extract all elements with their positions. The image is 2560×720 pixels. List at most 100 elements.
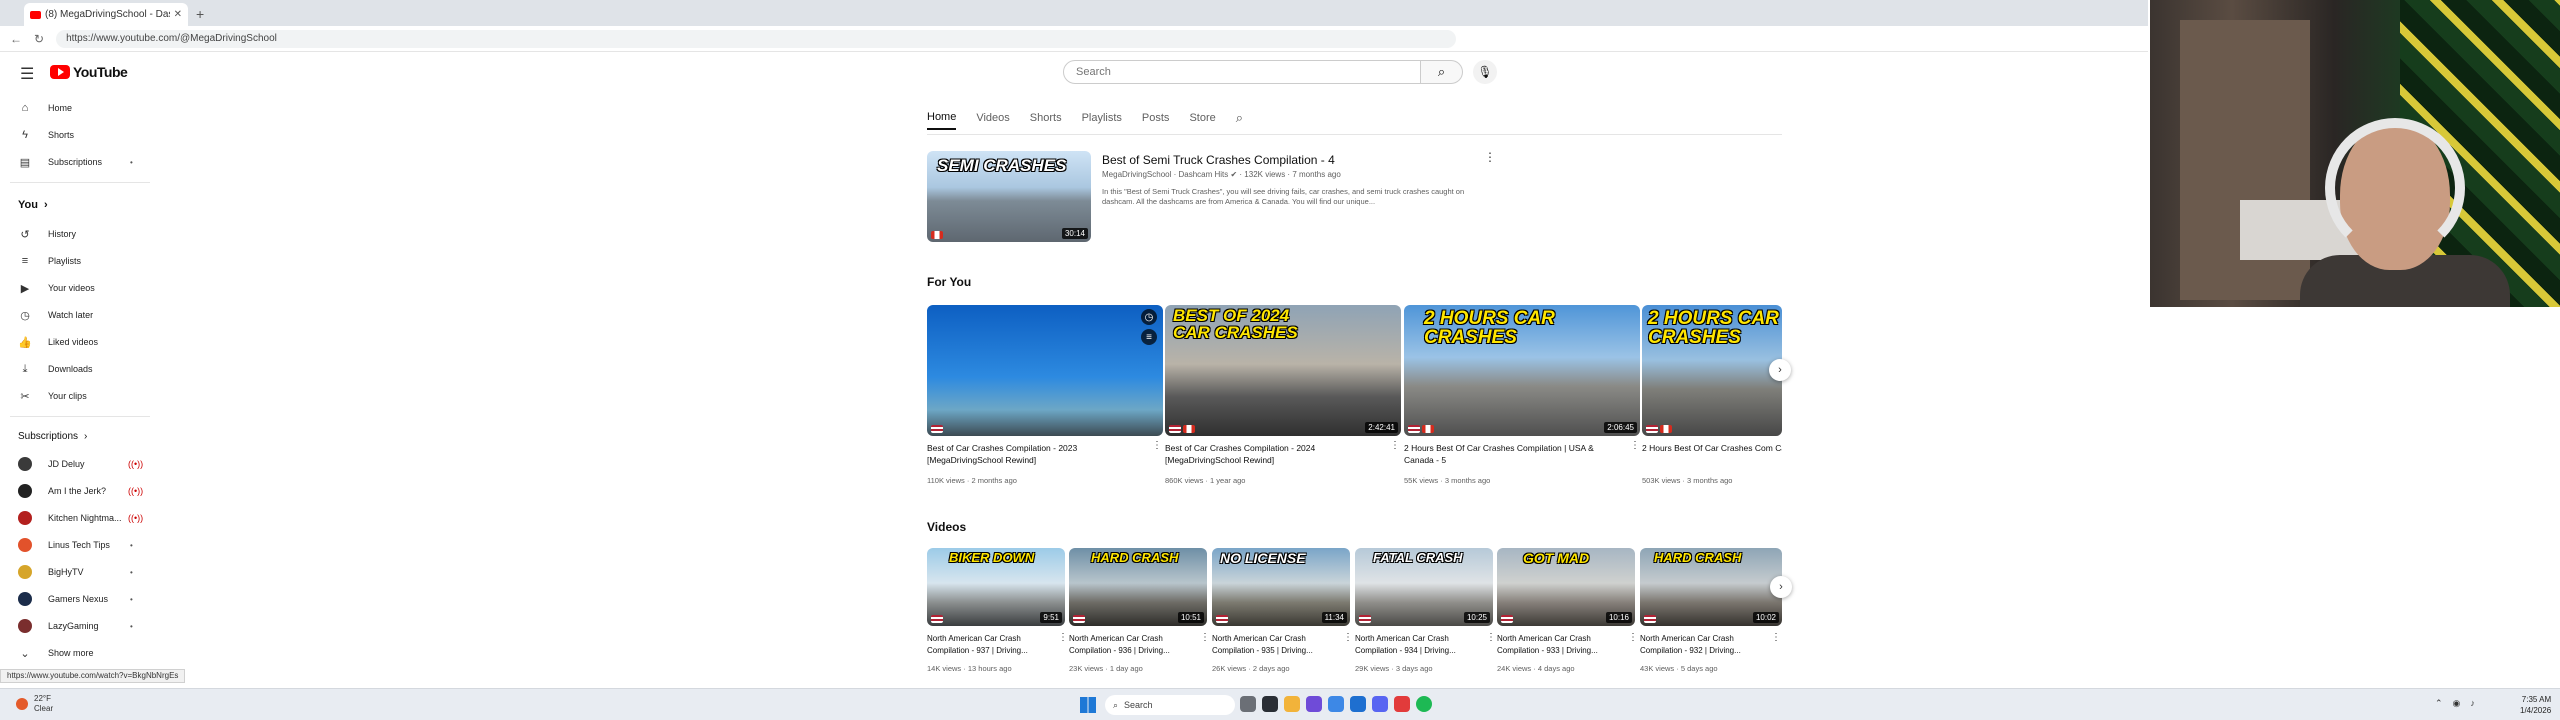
tab-playlists[interactable]: Playlists <box>1082 112 1122 129</box>
back-icon[interactable]: ← <box>10 32 22 46</box>
app-icon[interactable] <box>1262 696 1278 712</box>
more-options-icon[interactable]: ⋮ <box>1771 632 1781 643</box>
reload-icon[interactable]: ↻ <box>34 32 44 46</box>
chevron-right-icon: › <box>43 199 48 211</box>
store-icon[interactable] <box>1350 696 1366 712</box>
task-view-icon[interactable] <box>1240 696 1256 712</box>
close-tab-icon[interactable]: ✕ <box>174 9 182 20</box>
sidebar-item-playlists[interactable]: ≡ Playlists <box>0 249 160 273</box>
video-title[interactable]: North American Car Crash Compilation - 9… <box>1355 633 1485 657</box>
subscription-item[interactable]: Linus Tech Tips • <box>0 533 160 557</box>
featured-video-title[interactable]: Best of Semi Truck Crashes Compilation -… <box>1102 153 1335 167</box>
sidebar-item-liked-videos[interactable]: 👍 Liked videos <box>0 330 160 354</box>
subscription-item[interactable]: Am I the Jerk? ((•)) <box>0 479 160 503</box>
sidebar-subscriptions-heading[interactable]: Subscriptions › <box>18 431 87 442</box>
weather-widget[interactable]: 22°F Clear <box>16 694 53 714</box>
video-title[interactable]: Best of Car Crashes Compilation - 2024 [… <box>1165 442 1385 466</box>
file-explorer-icon[interactable] <box>1284 696 1300 712</box>
more-options-icon[interactable]: ⋮ <box>1343 632 1353 643</box>
volume-icon[interactable]: ♪ <box>2470 698 2475 709</box>
video-thumbnail[interactable]: HARD CRASH 10:02 <box>1640 548 1782 626</box>
shorts-icon: ϟ <box>22 129 28 141</box>
video-thumbnail[interactable]: NO LICENSE 11:34 <box>1212 548 1350 626</box>
video-thumbnail[interactable]: 2 HOURS CAR CRASHES 2:06:45 <box>1404 305 1640 436</box>
add-to-queue-icon[interactable]: ≡ <box>1141 329 1157 345</box>
video-thumbnail[interactable]: GOT MAD 10:16 <box>1497 548 1635 626</box>
subscription-item[interactable]: LazyGaming • <box>0 614 160 638</box>
more-options-icon[interactable]: ⋮ <box>1628 632 1638 643</box>
video-title[interactable]: 2 Hours Best Of Car Crashes Com Canada -… <box>1642 442 1782 454</box>
more-options-icon[interactable]: ⋮ <box>1390 440 1400 451</box>
sidebar-item-label: Shorts <box>48 130 75 140</box>
watch-later-icon: ◷ <box>20 309 30 322</box>
subscription-item[interactable]: Gamers Nexus • <box>0 587 160 611</box>
app-icon[interactable] <box>1394 696 1410 712</box>
tab-shorts[interactable]: Shorts <box>1030 112 1062 129</box>
video-thumbnail[interactable]: FATAL CRASH 10:25 <box>1355 548 1493 626</box>
tab-videos[interactable]: Videos <box>976 112 1009 129</box>
sidebar-item-your-clips[interactable]: ✂ Your clips <box>0 384 160 408</box>
new-tab-icon[interactable]: + <box>196 6 204 22</box>
video-thumbnail[interactable]: 2 HOURS CAR CRASHES <box>1642 305 1782 436</box>
subscription-item[interactable]: Kitchen Nightma... ((•)) <box>0 506 160 530</box>
more-options-icon[interactable]: ⋮ <box>1152 440 1162 451</box>
spotify-icon[interactable] <box>1416 696 1432 712</box>
youtube-logo[interactable]: YouTube <box>50 64 128 80</box>
sidebar-item-your-videos[interactable]: ▶ Your videos <box>0 276 160 300</box>
wifi-icon[interactable]: ◉ <box>2453 698 2461 709</box>
sidebar-show-more[interactable]: ⌄ Show more <box>0 641 160 665</box>
video-duration: 10:25 <box>1463 612 1490 623</box>
channel-search-icon[interactable]: ⌕ <box>1236 110 1243 126</box>
video-title[interactable]: 2 Hours Best Of Car Crashes Compilation … <box>1404 442 1624 466</box>
subscription-item[interactable]: JD Deluy ((•)) <box>0 452 160 476</box>
sidebar-item-subscriptions[interactable]: ▤ Subscriptions • <box>0 150 160 174</box>
carousel-next-button[interactable]: › <box>1770 576 1792 598</box>
video-thumbnail[interactable]: BIKER DOWN 9:51 <box>927 548 1065 626</box>
sidebar-you-heading[interactable]: You › <box>18 199 48 211</box>
watch-later-icon[interactable]: ◷ <box>1141 309 1157 325</box>
video-title[interactable]: Best of Car Crashes Compilation - 2023 [… <box>927 442 1147 466</box>
sidebar-item-watch-later[interactable]: ◷ Watch later <box>0 303 160 327</box>
search-button[interactable]: ⌕ <box>1421 60 1463 84</box>
more-options-icon[interactable]: ⋮ <box>1484 150 1496 164</box>
menu-icon[interactable]: ☰ <box>20 64 34 84</box>
more-options-icon[interactable]: ⋮ <box>1630 440 1640 451</box>
video-title[interactable]: North American Car Crash Compilation - 9… <box>927 633 1057 657</box>
sidebar-item-downloads[interactable]: ⤓ Downloads <box>0 357 160 381</box>
weather-description: Clear <box>34 704 54 713</box>
tray-chevron-up-icon[interactable]: ⌃ <box>2435 698 2443 709</box>
more-options-icon[interactable]: ⋮ <box>1058 632 1068 643</box>
edge-browser-icon[interactable] <box>1328 696 1344 712</box>
video-title[interactable]: North American Car Crash Compilation - 9… <box>1640 633 1770 657</box>
thumbnail-text: BEST OF 2024 CAR CRASHES <box>1173 306 1298 342</box>
subscription-item[interactable]: BigHyTV • <box>0 560 160 584</box>
voice-search-button[interactable]: 🎙 <box>1473 60 1497 84</box>
tab-home[interactable]: Home <box>927 111 957 130</box>
discord-icon[interactable] <box>1372 696 1388 712</box>
address-bar[interactable]: https://www.youtube.com/@MegaDrivingScho… <box>56 29 1457 48</box>
sidebar-item-history[interactable]: ↺ History <box>0 222 160 246</box>
windows-start-icon[interactable] <box>1080 697 1096 713</box>
app-icon[interactable] <box>1306 696 1322 712</box>
search-input[interactable] <box>1063 60 1421 84</box>
featured-video-thumbnail[interactable]: SEMI CRASHES 30:14 <box>927 151 1091 242</box>
tab-store[interactable]: Store <box>1189 112 1215 129</box>
more-options-icon[interactable]: ⋮ <box>1200 632 1210 643</box>
download-icon: ⤓ <box>22 362 28 375</box>
tab-posts[interactable]: Posts <box>1142 112 1170 129</box>
carousel-next-button[interactable]: › <box>1769 359 1791 381</box>
video-meta: 24K views · 4 days ago <box>1497 664 1575 673</box>
video-thumbnail[interactable]: HARD CRASH 10:51 <box>1069 548 1207 626</box>
video-thumbnail[interactable]: BEST OF 2024 CAR CRASHES 2:42:41 <box>1165 305 1401 436</box>
taskbar-clock[interactable]: 7:35 AM 1/4/2026 <box>2520 694 2551 716</box>
sidebar-item-home[interactable]: ⌂ Home <box>0 96 160 120</box>
video-title[interactable]: North American Car Crash Compilation - 9… <box>1212 633 1342 657</box>
video-title[interactable]: North American Car Crash Compilation - 9… <box>1497 633 1627 657</box>
sidebar-item-shorts[interactable]: ϟ Shorts <box>0 123 160 147</box>
sidebar-item-label: Playlists <box>48 256 82 266</box>
video-thumbnail[interactable]: ◷ ≡ <box>927 305 1163 436</box>
more-options-icon[interactable]: ⋮ <box>1486 632 1496 643</box>
video-title[interactable]: North American Car Crash Compilation - 9… <box>1069 633 1199 657</box>
taskbar-search[interactable]: ⌕ Search <box>1105 695 1235 715</box>
browser-tab[interactable]: (8) ‍‍‍MegaDrivingSchool - Dashc ✕ <box>24 3 188 26</box>
